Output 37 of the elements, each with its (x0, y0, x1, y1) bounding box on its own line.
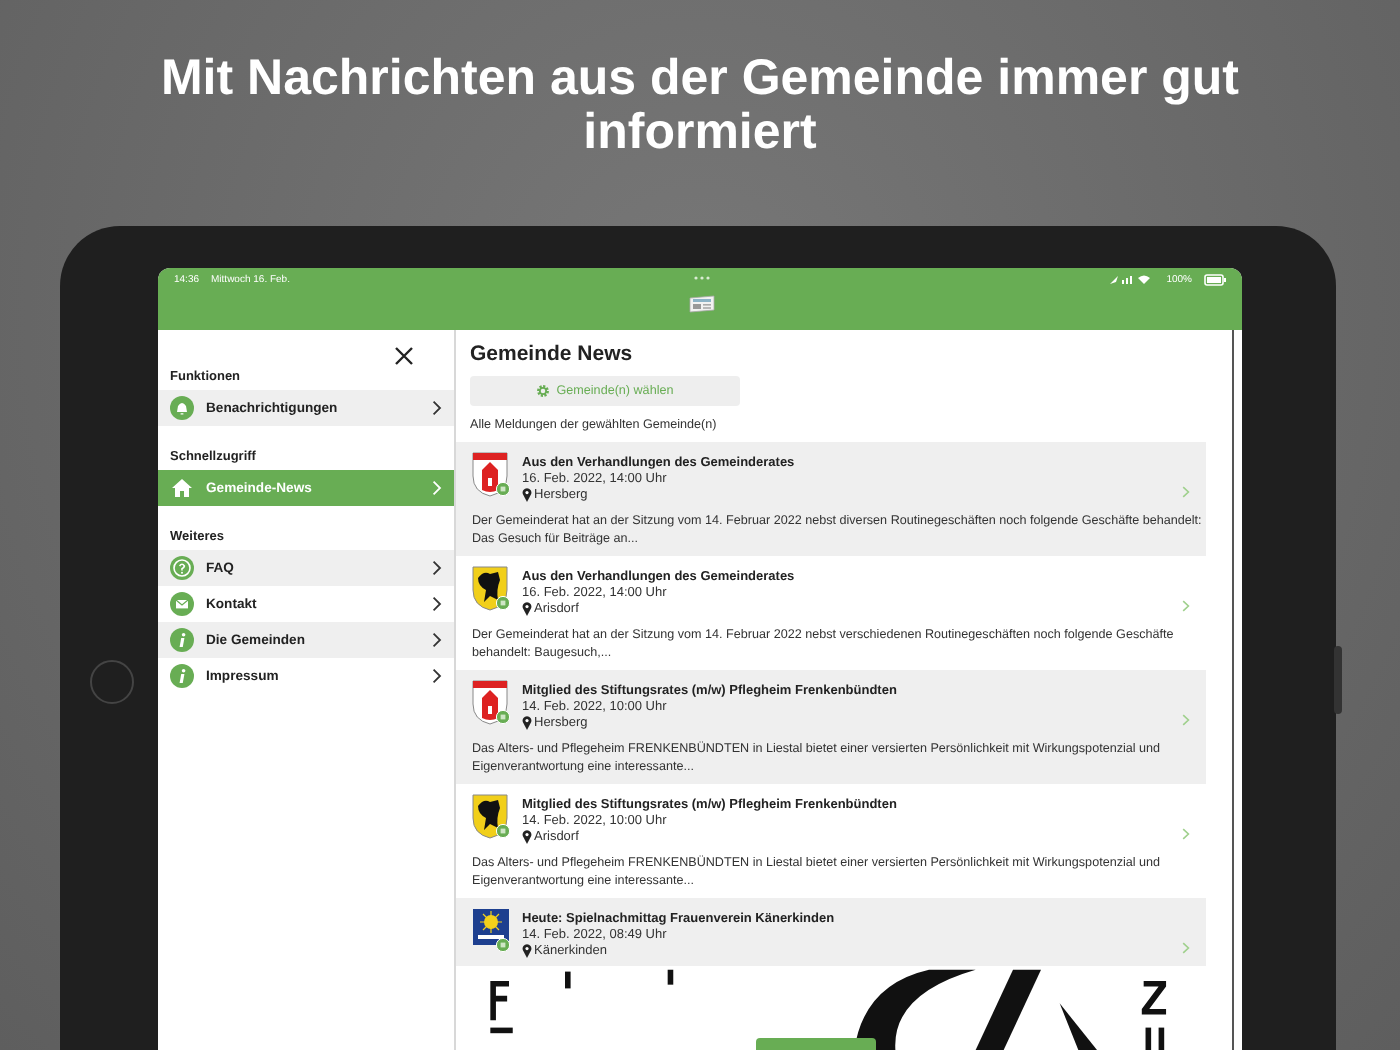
tower-crest-icon (472, 680, 510, 726)
bell-icon (170, 396, 194, 420)
chevron-right-icon (1182, 600, 1190, 612)
chevron-right-icon (432, 596, 442, 612)
side-button-icon (1334, 646, 1342, 714)
chevron-right-icon (1182, 486, 1190, 498)
chevron-right-icon (1182, 828, 1190, 840)
bear-crest-icon (472, 794, 510, 840)
home-button-icon (90, 660, 134, 704)
battery-icon (1204, 274, 1226, 286)
tower-crest-icon (472, 452, 510, 498)
location-pin-icon (522, 488, 532, 502)
info-icon (170, 664, 194, 688)
location-pin-icon (522, 830, 532, 844)
page-title: Gemeinde News (470, 342, 635, 366)
home-icon (170, 476, 194, 500)
bear-crest-icon (472, 566, 510, 612)
info-icon (170, 628, 194, 652)
chevron-right-icon (432, 668, 442, 684)
close-icon[interactable] (394, 346, 414, 366)
location-pin-icon (522, 944, 532, 958)
chevron-right-icon (1182, 714, 1190, 726)
news-item[interactable] (456, 442, 1206, 556)
gear-icon (536, 384, 551, 398)
newspaper-icon (688, 294, 716, 314)
location-pin-icon (522, 716, 532, 730)
chevron-right-icon (432, 632, 442, 648)
chevron-right-icon (432, 480, 442, 496)
headline: Mit Nachrichten aus der Gemeinde immer gut informiert (158, 51, 1241, 159)
chevron-right-icon (1182, 942, 1190, 954)
chevron-right-icon (432, 560, 442, 576)
chevron-right-icon (432, 400, 442, 416)
mail-icon (170, 592, 194, 616)
news-item[interactable] (456, 670, 1206, 784)
signal-wifi-icon (1110, 274, 1155, 286)
location-pin-icon (522, 602, 532, 616)
help-icon (170, 556, 194, 580)
